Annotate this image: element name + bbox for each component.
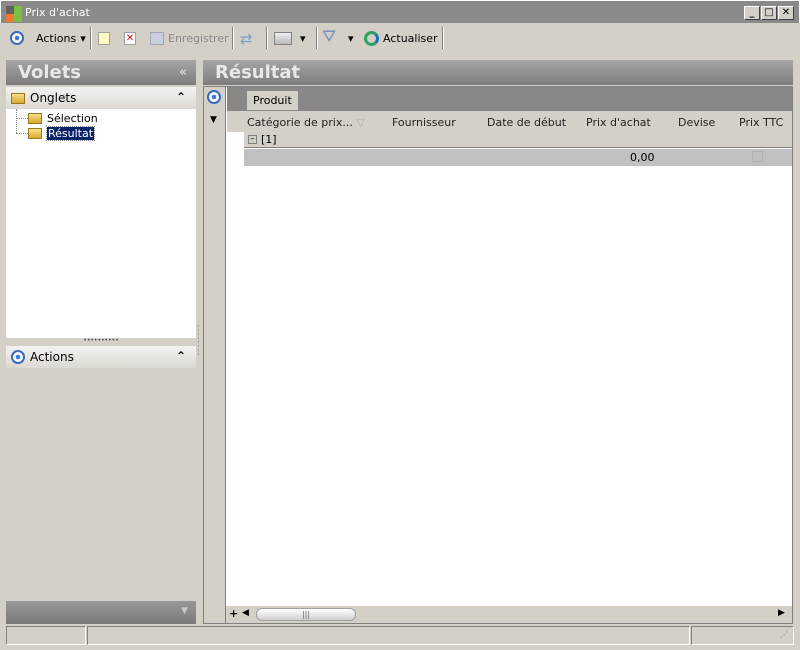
horizontal-scrollbar[interactable]: + ◀ ||| ▶ [226,606,792,623]
refresh-label: Actualiser [383,31,438,45]
tree-line [16,109,17,133]
summary-row: 0,00 [244,149,792,166]
splitter-handle[interactable]: •••••••••• [6,338,196,346]
toolbar: Actions ▾ ✕ Enregistrer ⇄ ▾ ⛛ ▾ Actualise… [2,24,798,52]
main-panel: Résultat ▼ Produit Catégorie de prix... … [203,60,793,624]
save-label: Enregistrer [168,31,229,45]
filter-dropdown-icon[interactable]: ▾ [348,32,354,45]
panel-overflow-button[interactable]: ▼ [6,601,196,624]
tree-line [16,133,28,134]
tree-item-label: Résultat [45,126,96,141]
minimize-button[interactable]: _ [744,6,760,20]
actions-label: Actions [36,31,77,45]
scroll-thumb[interactable]: ||| [256,608,356,621]
left-panel: Volets « Onglets ⌃ Sélection Résultat ••••… [6,60,196,624]
separator [90,27,92,49]
grid-options-icon[interactable] [207,90,221,104]
data-grid: ▼ Produit Catégorie de prix... ▽ Fournis… [203,86,793,624]
column-header-prix-achat[interactable]: Prix d'achat [586,116,651,129]
window-title: Prix d'achat [25,6,90,19]
actions-icon [11,350,25,364]
result-header: Résultat [203,60,793,85]
sort-icon: ▽ [356,116,365,129]
resize-grip-icon[interactable]: ⋰ [780,630,788,639]
group-by-area: Produit [227,87,792,111]
actions-section-header[interactable]: Actions ⌃ [6,346,196,368]
save-icon [150,31,164,45]
open-folder-icon [28,128,42,139]
summary-prix-achat: 0,00 [630,151,655,164]
separator [316,27,318,49]
tabs-section-header[interactable]: Onglets ⌃ [6,87,196,109]
separator [232,27,234,49]
app-menu-icon[interactable] [10,31,24,45]
maximize-button[interactable]: □ [761,6,777,20]
refresh-button[interactable]: Actualiser [364,28,438,48]
scroll-right-icon[interactable]: ▶ [778,608,785,618]
status-pane [6,626,86,645]
row-indicator-column [204,87,226,623]
separator [266,27,268,49]
folder-icon [28,113,42,124]
separator [442,27,444,49]
new-icon[interactable] [98,32,110,45]
tabs-section-label: Onglets [30,91,77,105]
title-bar: Prix d'achat _ □ ✕ [0,0,800,23]
column-header-date-debut[interactable]: Date de début [487,116,566,129]
panels-title: Volets [18,62,82,83]
prix-ttc-checkbox[interactable] [752,151,763,162]
add-row-button[interactable]: + [229,607,238,620]
tree-item-selection[interactable]: Sélection [28,112,98,125]
collapse-section-icon[interactable]: ⌃ [176,90,186,104]
collapse-section-icon[interactable]: ⌃ [176,349,186,363]
status-pane [691,626,794,645]
actions-section-label: Actions [30,350,74,364]
column-header-categorie[interactable]: Catégorie de prix... ▽ [247,116,365,129]
column-header-devise[interactable]: Devise [678,116,715,129]
group-label: [1] [261,133,277,146]
result-title: Résultat [215,62,301,83]
app-logo-icon [6,6,22,22]
filter-icon[interactable]: ⛛ [322,27,336,47]
save-button[interactable]: Enregistrer [150,28,229,48]
status-bar: ⋰ [6,626,794,645]
scroll-left-icon[interactable]: ◀ [242,608,249,618]
panels-header: Volets « [6,60,196,85]
print-dropdown-icon[interactable]: ▾ [300,32,306,45]
actions-menu-button[interactable]: Actions ▾ [36,28,86,48]
column-header-prix-ttc[interactable]: Prix TTC [739,116,783,129]
status-pane [87,626,690,645]
delete-icon[interactable]: ✕ [124,32,136,45]
sync-icon[interactable]: ⇄ [240,30,253,48]
print-icon[interactable] [274,32,292,45]
group-row[interactable]: – [1] [244,132,792,148]
collapse-panel-button[interactable]: « [179,60,187,85]
folder-icon [11,92,25,104]
tree-line [16,118,28,119]
column-chooser-icon[interactable]: ▼ [210,115,217,125]
vertical-splitter[interactable]: · · · · · · · · [197,323,201,359]
group-by-produit-button[interactable]: Produit [247,91,298,110]
close-button[interactable]: ✕ [778,6,794,20]
tabs-tree: Sélection Résultat [6,109,196,338]
chevron-down-icon: ▾ [80,31,86,45]
refresh-icon [364,30,379,46]
tree-item-resultat[interactable]: Résultat [28,126,96,141]
column-label: Catégorie de prix... [247,116,353,129]
collapse-group-icon[interactable]: – [248,135,257,144]
tree-item-label: Sélection [47,112,98,125]
column-header-fournisseur[interactable]: Fournisseur [392,116,456,129]
